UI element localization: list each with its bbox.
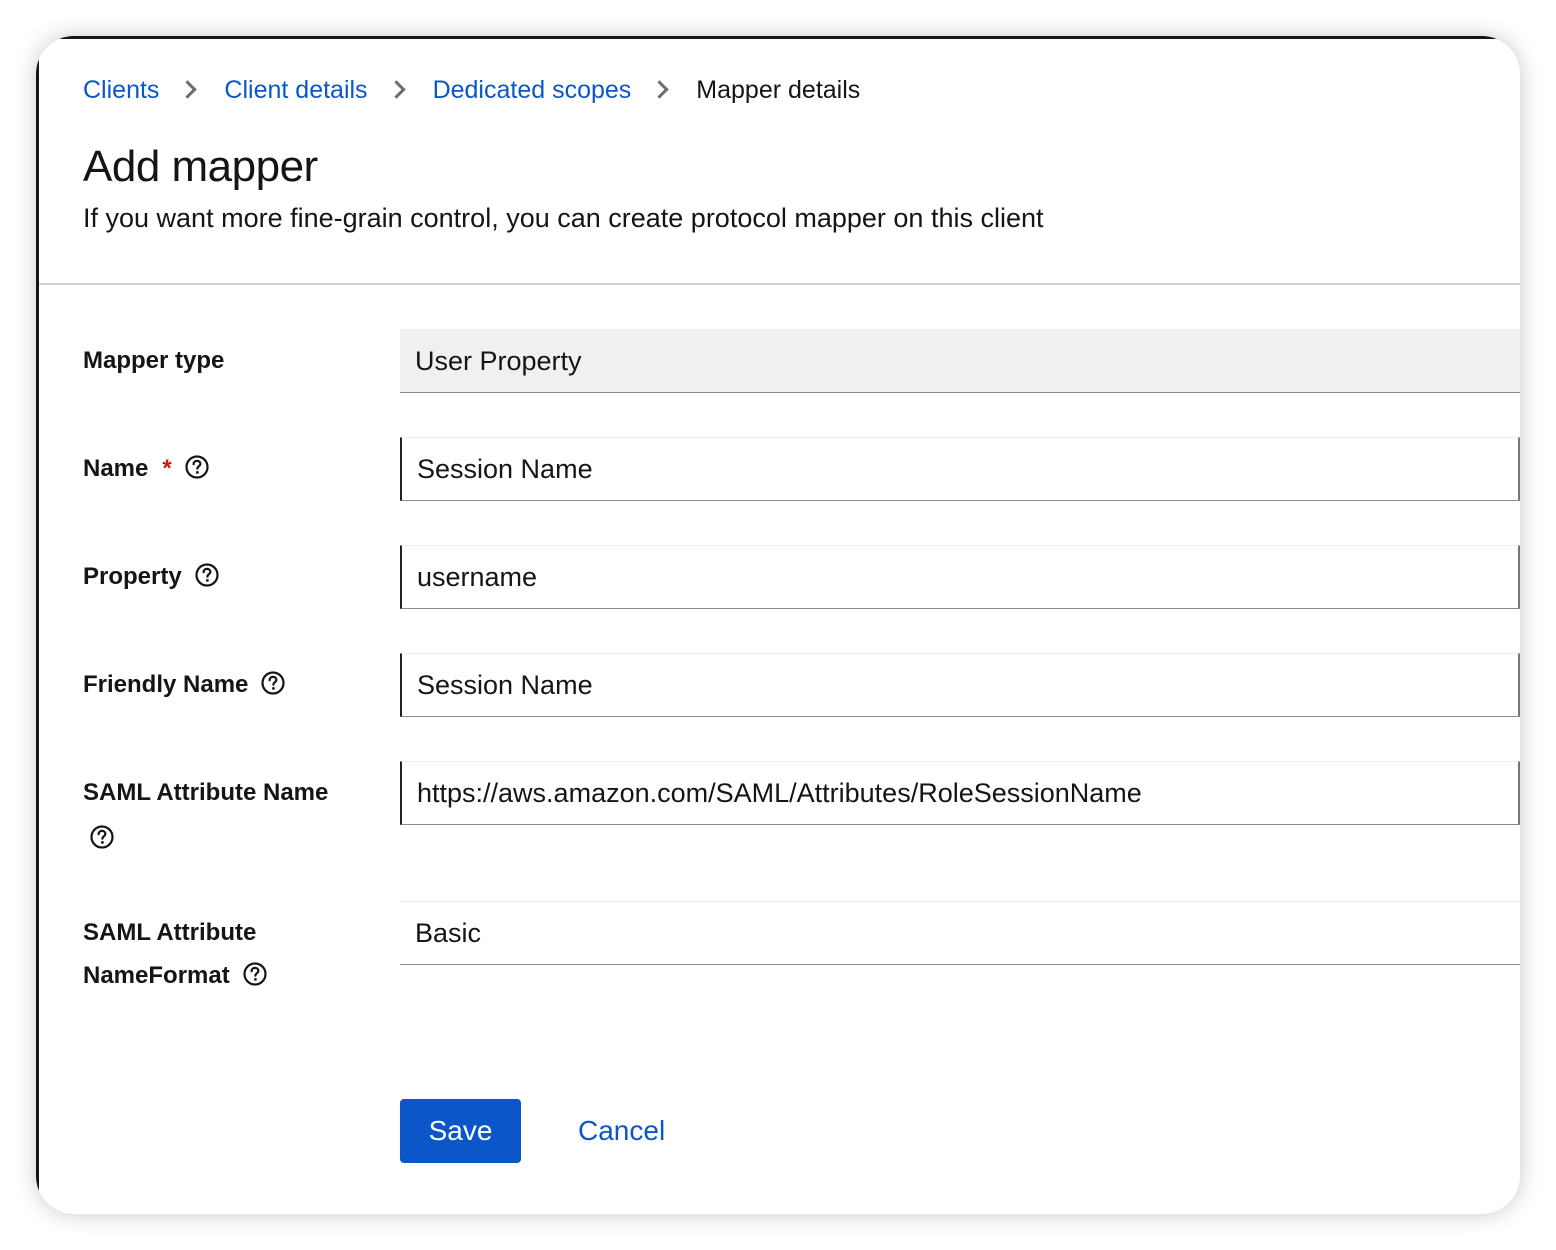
friendly-name-label: Friendly Name	[83, 671, 286, 699]
name-label: Name *	[83, 455, 210, 483]
chevron-right-icon	[650, 80, 669, 99]
saml-attribute-name-label: SAML Attribute Name	[83, 779, 328, 807]
saml-attribute-nameformat-select[interactable]: Basic	[400, 901, 1520, 965]
help-icon[interactable]	[194, 562, 220, 588]
saml-attribute-nameformat-label: SAML Attribute	[83, 919, 256, 947]
breadcrumb-dedicated-scopes[interactable]: Dedicated scopes	[433, 76, 632, 105]
breadcrumb-mapper-details: Mapper details	[696, 76, 861, 104]
cancel-button[interactable]: Cancel	[556, 1099, 687, 1163]
help-icon[interactable]	[184, 454, 210, 480]
saml-attribute-name-input[interactable]	[400, 761, 1520, 825]
name-input[interactable]	[400, 437, 1520, 501]
page-title: Add mapper	[83, 142, 318, 191]
saml-attribute-name-label-text: SAML Attribute Name	[83, 779, 329, 806]
breadcrumb-client-details[interactable]: Client details	[224, 76, 367, 105]
breadcrumb: Clients Client details Dedicated scopes …	[83, 76, 860, 105]
saml-attribute-nameformat-label-2: NameFormat	[83, 962, 268, 990]
property-label: Property	[83, 563, 220, 591]
app-window: Clients Client details Dedicated scopes …	[36, 36, 1520, 1214]
friendly-name-input[interactable]	[400, 653, 1520, 717]
chevron-right-icon	[386, 80, 406, 99]
mapper-type-field: User Property	[400, 329, 1520, 393]
help-icon[interactable]	[89, 824, 115, 850]
required-indicator: *	[162, 455, 172, 482]
friendly-name-label-text: Friendly Name	[83, 671, 249, 698]
saml-attribute-nameformat-label-line1: SAML Attribute	[83, 919, 257, 946]
breadcrumb-clients[interactable]: Clients	[83, 76, 159, 105]
chevron-right-icon	[178, 80, 198, 99]
help-icon[interactable]	[260, 670, 286, 696]
name-label-text: Name	[83, 455, 149, 482]
page-subtitle: If you want more fine-grain control, you…	[83, 203, 1044, 233]
save-button[interactable]: Save	[400, 1099, 521, 1163]
saml-attribute-nameformat-label-line2: NameFormat	[83, 962, 230, 989]
help-icon[interactable]	[242, 961, 268, 987]
property-label-text: Property	[83, 563, 182, 590]
mapper-type-label-text: Mapper type	[83, 347, 225, 374]
header-divider	[39, 283, 1520, 285]
property-input[interactable]	[400, 545, 1520, 609]
mapper-type-label: Mapper type	[83, 347, 224, 375]
page-content: Clients Client details Dedicated scopes …	[36, 36, 1520, 1214]
